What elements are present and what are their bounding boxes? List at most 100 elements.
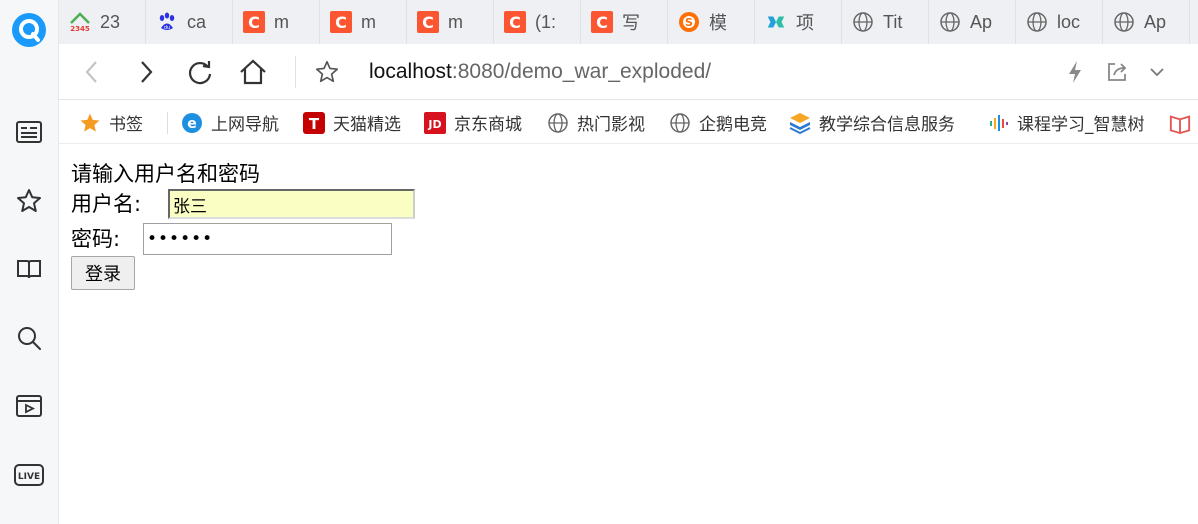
jd-icon: JD: [424, 111, 446, 134]
tab-title: ca: [187, 11, 207, 32]
favorites-star-icon[interactable]: [13, 185, 45, 217]
bookmark-item[interactable]: 课程学习_智慧树: [987, 101, 1145, 143]
password-input[interactable]: [143, 223, 392, 255]
tab-title: m: [448, 11, 463, 32]
svg-text:LIVE: LIVE: [18, 472, 40, 482]
svg-text:C: C: [422, 13, 434, 32]
tab-title: 模: [709, 13, 727, 33]
bookmark-label: 书签: [109, 115, 143, 135]
browser-tab[interactable]: Cm: [233, 0, 320, 44]
browser-tab[interactable]: Ap: [929, 0, 1016, 44]
bookmark-item[interactable]: 热门影视: [547, 101, 645, 143]
tab-title: Tit: [883, 11, 903, 32]
star-icon: [79, 112, 101, 134]
url-host: localhost: [369, 60, 452, 83]
username-label: 用户名:: [71, 192, 142, 216]
bookmarks-bar: 书签 e 上网导航 T 天猫精选 JD 京东商城 热门影视 企鹅电竞 教学综合信…: [59, 101, 1198, 144]
svg-text:C: C: [335, 13, 347, 32]
svg-text:du: du: [164, 25, 170, 31]
browser-tab[interactable]: du ca: [146, 0, 233, 44]
address-bar[interactable]: localhost:8080/demo_war_exploded/: [369, 57, 711, 87]
tab-title: (1:: [535, 11, 557, 32]
back-icon[interactable]: [76, 56, 108, 88]
csdn-icon: C: [591, 11, 613, 33]
tab-title: 项: [796, 13, 814, 33]
svg-text:T: T: [309, 115, 320, 133]
globe-icon: [939, 11, 961, 33]
reading-book-icon[interactable]: [13, 253, 45, 285]
page-content: 请输入用户名和密码 用户名: 密码: 登录: [59, 145, 1198, 524]
news-icon[interactable]: [13, 116, 45, 148]
zhihuishu-icon: [987, 112, 1009, 134]
bookmark-label: 教学综合信息服务: [819, 115, 955, 135]
svg-text:C: C: [509, 13, 521, 32]
bookmark-label: 京东商城: [454, 115, 522, 135]
browser-tab[interactable]: S模: [668, 0, 755, 44]
browser-tab[interactable]: loc: [1016, 0, 1103, 44]
tab-title: Ap: [1144, 11, 1167, 32]
browser-tab[interactable]: C (1:: [494, 0, 581, 44]
tab-title: Ap: [970, 11, 993, 32]
forward-icon[interactable]: [130, 56, 162, 88]
csdn-icon: C: [504, 11, 526, 33]
login-button[interactable]: 登录: [71, 256, 135, 290]
globe-icon: [1113, 11, 1135, 33]
csdn-icon: C: [330, 11, 352, 33]
page-heading: 请输入用户名和密码: [71, 162, 260, 186]
password-label: 密码:: [71, 227, 121, 251]
browser-tab[interactable]: Cm: [407, 0, 494, 44]
chevron-down-icon[interactable]: [1141, 56, 1173, 88]
navigation-toolbar: localhost:8080/demo_war_exploded/: [59, 44, 1198, 100]
tab-title: m: [274, 11, 289, 32]
tab-title: loc: [1057, 11, 1081, 32]
browser-tab[interactable]: Cm: [320, 0, 407, 44]
bookmark-star-icon[interactable]: [311, 56, 343, 88]
bookmark-item[interactable]: 教学综合信息服务: [789, 101, 955, 143]
bookmark-label: 天猫精选: [333, 115, 401, 135]
bookmark-label: 企鹅电竞: [699, 115, 767, 135]
reload-icon[interactable]: [184, 56, 216, 88]
share-icon[interactable]: [1101, 56, 1133, 88]
bookmark-label: 热门影视: [577, 115, 645, 135]
browser-tab[interactable]: Tit: [842, 0, 929, 44]
tab-title: m: [361, 11, 376, 32]
baidu-paw-icon: du: [156, 11, 178, 33]
csdn-icon: C: [243, 11, 265, 33]
browser-tab[interactable]: 项: [755, 0, 842, 44]
ie-icon: e: [181, 112, 203, 134]
username-input[interactable]: [168, 189, 415, 219]
bookmark-overflow-item[interactable]: [1169, 101, 1198, 143]
book-red-icon: [1169, 112, 1191, 134]
browser-tab[interactable]: C写: [581, 0, 668, 44]
video-icon[interactable]: [13, 390, 45, 422]
left-sidebar: LIVE: [0, 0, 59, 524]
bookmark-item[interactable]: 企鹅电竞: [669, 101, 767, 143]
browser-tab[interactable]: 2345 23: [59, 0, 146, 44]
bookmark-item[interactable]: JD 京东商城: [424, 101, 522, 143]
bookmark-folder[interactable]: 书签: [79, 101, 143, 143]
tab-title: 写: [622, 13, 640, 33]
tab-title: 23: [100, 11, 121, 32]
2345-icon: 2345: [69, 11, 91, 33]
svg-text:C: C: [596, 13, 608, 32]
svg-text:C: C: [248, 13, 260, 32]
globe-icon: [669, 112, 691, 134]
bookmark-item[interactable]: T 天猫精选: [303, 101, 401, 143]
browser-tab[interactable]: Ap: [1103, 0, 1190, 44]
tmall-icon: T: [303, 111, 325, 134]
search-icon[interactable]: [13, 322, 45, 354]
jiaowu-icon: [789, 112, 811, 134]
globe-icon: [1026, 11, 1048, 33]
browser-logo-icon[interactable]: [11, 12, 47, 48]
csdn-icon: C: [417, 11, 439, 33]
project-icon: [765, 11, 787, 33]
lightning-icon[interactable]: [1059, 56, 1091, 88]
live-icon[interactable]: LIVE: [13, 459, 45, 491]
sogou-icon: S: [678, 11, 700, 33]
svg-text:2345: 2345: [70, 25, 90, 33]
bookmark-label: 课程学习_智慧树: [1017, 115, 1145, 135]
home-icon[interactable]: [237, 56, 269, 88]
toolbar-divider: [295, 56, 296, 88]
bookmark-item[interactable]: e 上网导航: [181, 101, 279, 143]
tab-strip: 2345 23 du ca Cm Cm Cm C (1: C 写 S 模项 Tit Ap loc Ap: [59, 0, 1198, 44]
